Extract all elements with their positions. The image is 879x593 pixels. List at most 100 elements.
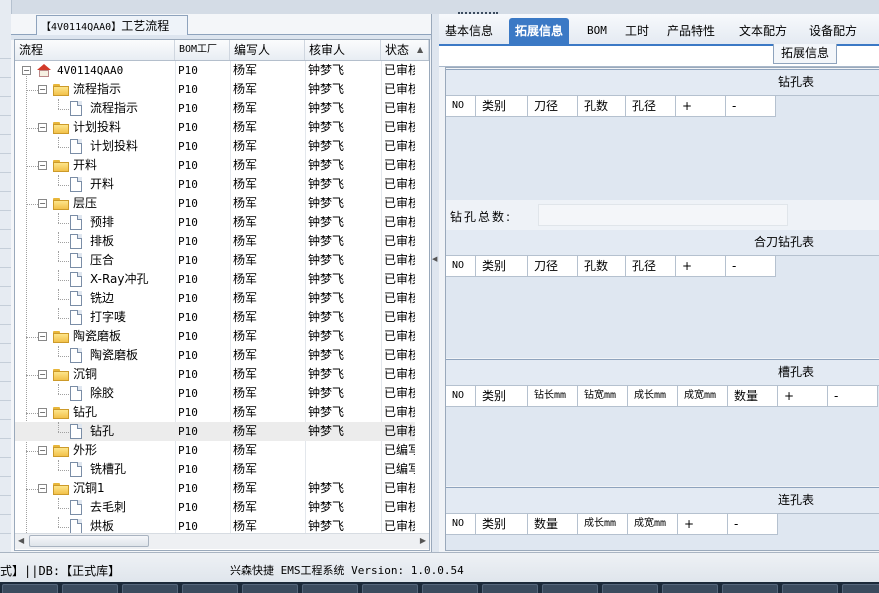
taskbar-button[interactable] bbox=[242, 584, 298, 593]
column-header[interactable]: 成长mm bbox=[628, 386, 678, 406]
remove-row-button[interactable]: - bbox=[828, 386, 878, 406]
collapse-node-icon[interactable]: − bbox=[38, 85, 47, 94]
collapse-node-icon[interactable]: − bbox=[38, 408, 47, 417]
tab-basic-info[interactable]: 基本信息 bbox=[439, 18, 499, 44]
tab-text-recipe[interactable]: 文本配方 bbox=[733, 18, 793, 44]
taskbar-button[interactable] bbox=[722, 584, 778, 593]
tree-row[interactable]: − 陶瓷磨板 P10 杨军 钟梦飞 已审核 bbox=[15, 327, 415, 346]
column-header[interactable]: 孔径 bbox=[626, 96, 676, 116]
tree-row[interactable]: 开料 P10 杨军 钟梦飞 已审核 bbox=[15, 175, 415, 194]
column-header[interactable]: 数量 bbox=[528, 514, 578, 534]
taskbar-button[interactable] bbox=[362, 584, 418, 593]
tree-row[interactable]: − 开料 P10 杨军 钟梦飞 已审核 bbox=[15, 156, 415, 175]
add-row-button[interactable]: + bbox=[676, 256, 726, 276]
horizontal-scroll-thumb[interactable] bbox=[29, 535, 149, 547]
horizontal-scrollbar[interactable]: ◀ ▶ bbox=[15, 533, 429, 549]
column-header[interactable]: NO bbox=[446, 96, 476, 116]
column-header[interactable]: 刀径 bbox=[528, 96, 578, 116]
tree-row[interactable]: − 4V0114QAA0 P10 杨军 钟梦飞 已审核 bbox=[15, 61, 415, 80]
col-writer-header[interactable]: 编写人 bbox=[230, 40, 305, 60]
column-header[interactable]: 孔数 bbox=[578, 96, 626, 116]
add-row-button[interactable]: + bbox=[678, 514, 728, 534]
tab-product-features[interactable]: 产品特性 bbox=[661, 18, 721, 44]
tab-extended-info[interactable]: 拓展信息 bbox=[509, 18, 570, 44]
col-flow-header[interactable]: 流程 bbox=[15, 40, 175, 60]
taskbar-button[interactable] bbox=[602, 584, 658, 593]
collapse-node-icon[interactable]: − bbox=[38, 446, 47, 455]
taskbar-button[interactable] bbox=[842, 584, 879, 593]
tree-row[interactable]: 排板 P10 杨军 钟梦飞 已审核 bbox=[15, 232, 415, 251]
taskbar-button[interactable] bbox=[662, 584, 718, 593]
tree-row[interactable]: − 层压 P10 杨军 钟梦飞 已审核 bbox=[15, 194, 415, 213]
column-header[interactable]: 钻长mm bbox=[528, 386, 578, 406]
process-tab[interactable]: 【4V0114QAA0】工艺流程 bbox=[36, 15, 188, 35]
tab-labor-hours[interactable]: 工时 bbox=[619, 18, 655, 44]
column-header[interactable]: 成宽mm bbox=[628, 514, 678, 534]
tab-bom[interactable]: BOM bbox=[581, 18, 613, 44]
tree-row[interactable]: X-Ray冲孔 P10 杨军 钟梦飞 已审核 bbox=[15, 270, 415, 289]
taskbar-button[interactable] bbox=[302, 584, 358, 593]
tree-row[interactable]: − 沉铜 P10 杨军 钟梦飞 已审核 bbox=[15, 365, 415, 384]
remove-row-button[interactable]: - bbox=[726, 256, 776, 276]
collapse-node-icon[interactable]: − bbox=[22, 66, 31, 75]
column-header[interactable]: 孔径 bbox=[626, 256, 676, 276]
taskbar-button[interactable] bbox=[122, 584, 178, 593]
tree-row[interactable]: − 沉铜1 P10 杨军 钟梦飞 已审核 bbox=[15, 479, 415, 498]
add-row-button[interactable]: + bbox=[676, 96, 726, 116]
scroll-right-icon[interactable]: ▶ bbox=[420, 536, 426, 546]
collapse-node-icon[interactable]: − bbox=[38, 332, 47, 341]
tree-row[interactable]: 烘板 P10 杨军 钟梦飞 已审核 bbox=[15, 517, 415, 533]
tree-row[interactable]: − 流程指示 P10 杨军 钟梦飞 已审核 bbox=[15, 80, 415, 99]
column-header[interactable]: 类别 bbox=[476, 386, 528, 406]
drill-total-field[interactable] bbox=[538, 204, 788, 226]
tree-row[interactable]: 流程指示 P10 杨军 钟梦飞 已审核 bbox=[15, 99, 415, 118]
collapse-left-icon[interactable]: ◀ bbox=[432, 254, 437, 264]
tree-row[interactable]: 去毛刺 P10 杨军 钟梦飞 已审核 bbox=[15, 498, 415, 517]
tree-row[interactable]: 铣边 P10 杨军 钟梦飞 已审核 bbox=[15, 289, 415, 308]
remove-row-button[interactable]: - bbox=[728, 514, 778, 534]
column-header[interactable]: 类别 bbox=[476, 256, 528, 276]
column-header[interactable]: 类别 bbox=[476, 96, 528, 116]
collapse-node-icon[interactable]: − bbox=[38, 161, 47, 170]
column-header[interactable]: 孔数 bbox=[578, 256, 626, 276]
taskbar-button[interactable] bbox=[2, 584, 58, 593]
tree-row[interactable]: 除胶 P10 杨军 钟梦飞 已审核 bbox=[15, 384, 415, 403]
column-header[interactable]: 刀径 bbox=[528, 256, 578, 276]
remove-row-button[interactable]: - bbox=[726, 96, 776, 116]
tree-row[interactable]: 打字唛 P10 杨军 钟梦飞 已审核 bbox=[15, 308, 415, 327]
tree-row[interactable]: 铣槽孔 P10 杨军 已编写 bbox=[15, 460, 415, 479]
tree-row[interactable]: − 外形 P10 杨军 已编写 bbox=[15, 441, 415, 460]
tree-row[interactable]: 预排 P10 杨军 钟梦飞 已审核 bbox=[15, 213, 415, 232]
tree-row[interactable]: 钻孔 P10 杨军 钟梦飞 已审核 bbox=[15, 422, 415, 441]
column-header[interactable]: 成宽mm bbox=[678, 386, 728, 406]
scroll-left-icon[interactable]: ◀ bbox=[18, 536, 24, 546]
column-header[interactable]: NO bbox=[446, 514, 476, 534]
tree-row[interactable]: − 计划投料 P10 杨军 钟梦飞 已审核 bbox=[15, 118, 415, 137]
col-bom-factory-header[interactable]: BOM工厂 bbox=[175, 40, 230, 60]
column-header[interactable]: 成长mm bbox=[578, 514, 628, 534]
collapse-node-icon[interactable]: − bbox=[38, 484, 47, 493]
sort-up-icon[interactable]: ▲ bbox=[417, 45, 423, 55]
add-row-button[interactable]: + bbox=[778, 386, 828, 406]
tree-row[interactable]: − 钻孔 P10 杨军 钟梦飞 已审核 bbox=[15, 403, 415, 422]
taskbar-button[interactable] bbox=[62, 584, 118, 593]
tree-row[interactable]: 压合 P10 杨军 钟梦飞 已审核 bbox=[15, 251, 415, 270]
column-header[interactable]: 钻宽mm bbox=[578, 386, 628, 406]
column-header[interactable]: 数量 bbox=[728, 386, 778, 406]
vertical-scrollbar[interactable]: ▲ ▼ bbox=[429, 61, 430, 533]
collapse-node-icon[interactable]: − bbox=[38, 199, 47, 208]
column-header[interactable]: NO bbox=[446, 386, 476, 406]
col-reviewer-header[interactable]: 核审人 bbox=[305, 40, 381, 60]
tree-row[interactable]: 计划投料 P10 杨军 钟梦飞 已审核 bbox=[15, 137, 415, 156]
tab-equipment-recipe[interactable]: 设备配方 bbox=[803, 18, 863, 44]
taskbar-button[interactable] bbox=[482, 584, 538, 593]
taskbar-button[interactable] bbox=[542, 584, 598, 593]
collapse-node-icon[interactable]: − bbox=[38, 123, 47, 132]
column-header[interactable]: NO bbox=[446, 256, 476, 276]
taskbar-button[interactable] bbox=[182, 584, 238, 593]
subtab-extended-info[interactable]: 拓展信息 bbox=[773, 44, 837, 64]
collapse-node-icon[interactable]: − bbox=[38, 370, 47, 379]
taskbar-button[interactable] bbox=[422, 584, 478, 593]
column-header[interactable]: 类别 bbox=[476, 514, 528, 534]
taskbar-button[interactable] bbox=[782, 584, 838, 593]
